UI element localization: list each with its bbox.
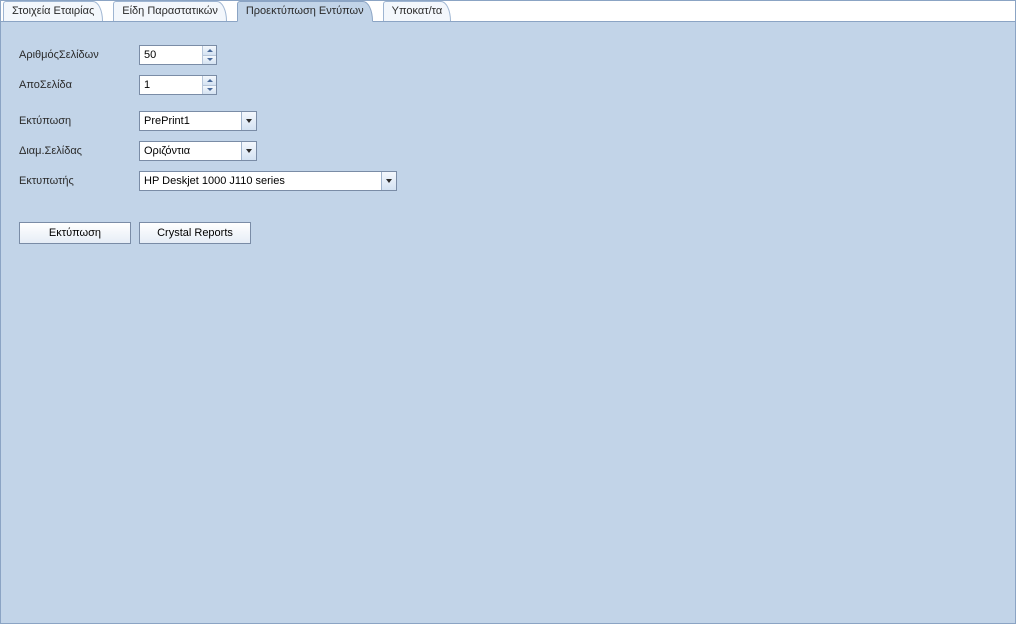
num-pages-stepper[interactable] bbox=[139, 45, 217, 65]
chevron-up-icon bbox=[207, 49, 213, 52]
label-from-page: ΑποΣελίδα bbox=[19, 79, 139, 91]
num-pages-down-button[interactable] bbox=[203, 55, 216, 65]
page-layout-value: Οριζόντια bbox=[140, 142, 241, 160]
tab-content: ΑριθμόςΣελίδων ΑποΣελίδα Εκτύπωση bbox=[1, 22, 1015, 623]
printer-value: HP Deskjet 1000 J110 series bbox=[140, 172, 381, 190]
print-form-value: PrePrint1 bbox=[140, 112, 241, 130]
label-num-pages: ΑριθμόςΣελίδων bbox=[19, 49, 139, 61]
label-print-form: Εκτύπωση bbox=[19, 115, 139, 127]
print-button[interactable]: Εκτύπωση bbox=[19, 222, 131, 244]
print-form-dropdown-button[interactable] bbox=[241, 112, 256, 130]
tab-preprint-forms[interactable]: Προεκτύπωση Εντύπων bbox=[237, 1, 373, 22]
chevron-down-icon bbox=[246, 149, 252, 153]
chevron-down-icon bbox=[386, 179, 392, 183]
tab-company-info[interactable]: Στοιχεία Εταιρίας bbox=[3, 1, 103, 21]
num-pages-up-button[interactable] bbox=[203, 46, 216, 55]
label-page-layout: Διαμ.Σελίδας bbox=[19, 145, 139, 157]
tab-branches[interactable]: Υποκατ/τα bbox=[383, 1, 452, 21]
chevron-down-icon bbox=[246, 119, 252, 123]
label-printer: Εκτυπωτής bbox=[19, 175, 139, 187]
num-pages-input[interactable] bbox=[140, 46, 202, 64]
tab-document-types[interactable]: Είδη Παραστατικών bbox=[113, 1, 227, 21]
page-layout-select[interactable]: Οριζόντια bbox=[139, 141, 257, 161]
chevron-up-icon bbox=[207, 79, 213, 82]
from-page-up-button[interactable] bbox=[203, 76, 216, 85]
tab-bar: Στοιχεία Εταιρίας Είδη Παραστατικών Προε… bbox=[1, 1, 1015, 22]
printer-dropdown-button[interactable] bbox=[381, 172, 396, 190]
chevron-down-icon bbox=[207, 58, 213, 61]
from-page-input[interactable] bbox=[140, 76, 202, 94]
print-form-select[interactable]: PrePrint1 bbox=[139, 111, 257, 131]
printer-select[interactable]: HP Deskjet 1000 J110 series bbox=[139, 171, 397, 191]
chevron-down-icon bbox=[207, 88, 213, 91]
from-page-down-button[interactable] bbox=[203, 85, 216, 95]
page-layout-dropdown-button[interactable] bbox=[241, 142, 256, 160]
from-page-stepper[interactable] bbox=[139, 75, 217, 95]
crystal-reports-button[interactable]: Crystal Reports bbox=[139, 222, 251, 244]
app-window: Στοιχεία Εταιρίας Είδη Παραστατικών Προε… bbox=[0, 0, 1016, 624]
